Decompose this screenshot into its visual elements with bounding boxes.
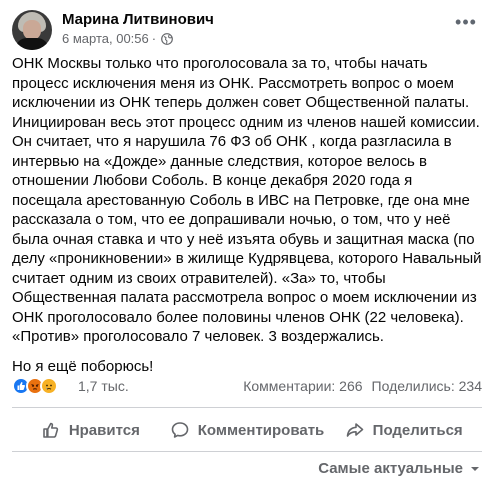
reactions-bar: 1,7 тыс. Комментарии: 266 Поделились: 23… — [12, 376, 482, 398]
globe-icon — [161, 32, 173, 45]
divider — [12, 451, 482, 452]
comment-button[interactable]: Комментировать — [169, 410, 326, 450]
reaction-count[interactable]: 1,7 тыс. — [78, 378, 129, 394]
comment-icon — [171, 422, 189, 438]
sad-icon — [40, 377, 58, 395]
chevron-down-icon — [471, 466, 479, 471]
divider — [12, 407, 482, 408]
avatar[interactable] — [12, 10, 52, 50]
action-bar: Нравится Комментировать Поделиться — [12, 410, 482, 450]
share-icon — [346, 423, 363, 437]
post-meta: 6 марта, 00:56 · — [62, 31, 173, 46]
share-button[interactable]: Поделиться — [325, 410, 482, 450]
like-button[interactable]: Нравится — [12, 410, 169, 450]
author-name[interactable]: Марина Литвинович — [62, 11, 214, 28]
more-options-icon[interactable]: ••• — [450, 12, 482, 36]
comments-count[interactable]: Комментарии: 266 — [243, 378, 362, 394]
comment-label: Комментировать — [197, 421, 325, 439]
reaction-icons[interactable] — [12, 377, 58, 397]
sort-label: Самые актуальные — [318, 460, 463, 477]
meta-separator: · — [151, 31, 157, 46]
comment-sort-dropdown[interactable]: Самые актуальные — [318, 460, 481, 477]
post-paragraph: ОНК Москвы только что проголосовала за т… — [12, 55, 482, 345]
share-label: Поделиться — [372, 421, 463, 439]
post-stats: Комментарии: 266 Поделились: 234 — [243, 378, 482, 394]
like-label: Нравится — [68, 421, 140, 439]
post-body: ОНК Москвы только что проголосовала за т… — [12, 54, 484, 386]
post-paragraph: Но я ещё поборюсь! — [12, 357, 154, 375]
post-date[interactable]: 6 марта, 00:56 — [62, 31, 149, 46]
thumbs-up-icon — [43, 422, 58, 438]
post-header: Марина Литвинович 6 марта, 00:56 · ••• — [12, 10, 482, 54]
shares-count[interactable]: Поделились: 234 — [372, 378, 482, 394]
